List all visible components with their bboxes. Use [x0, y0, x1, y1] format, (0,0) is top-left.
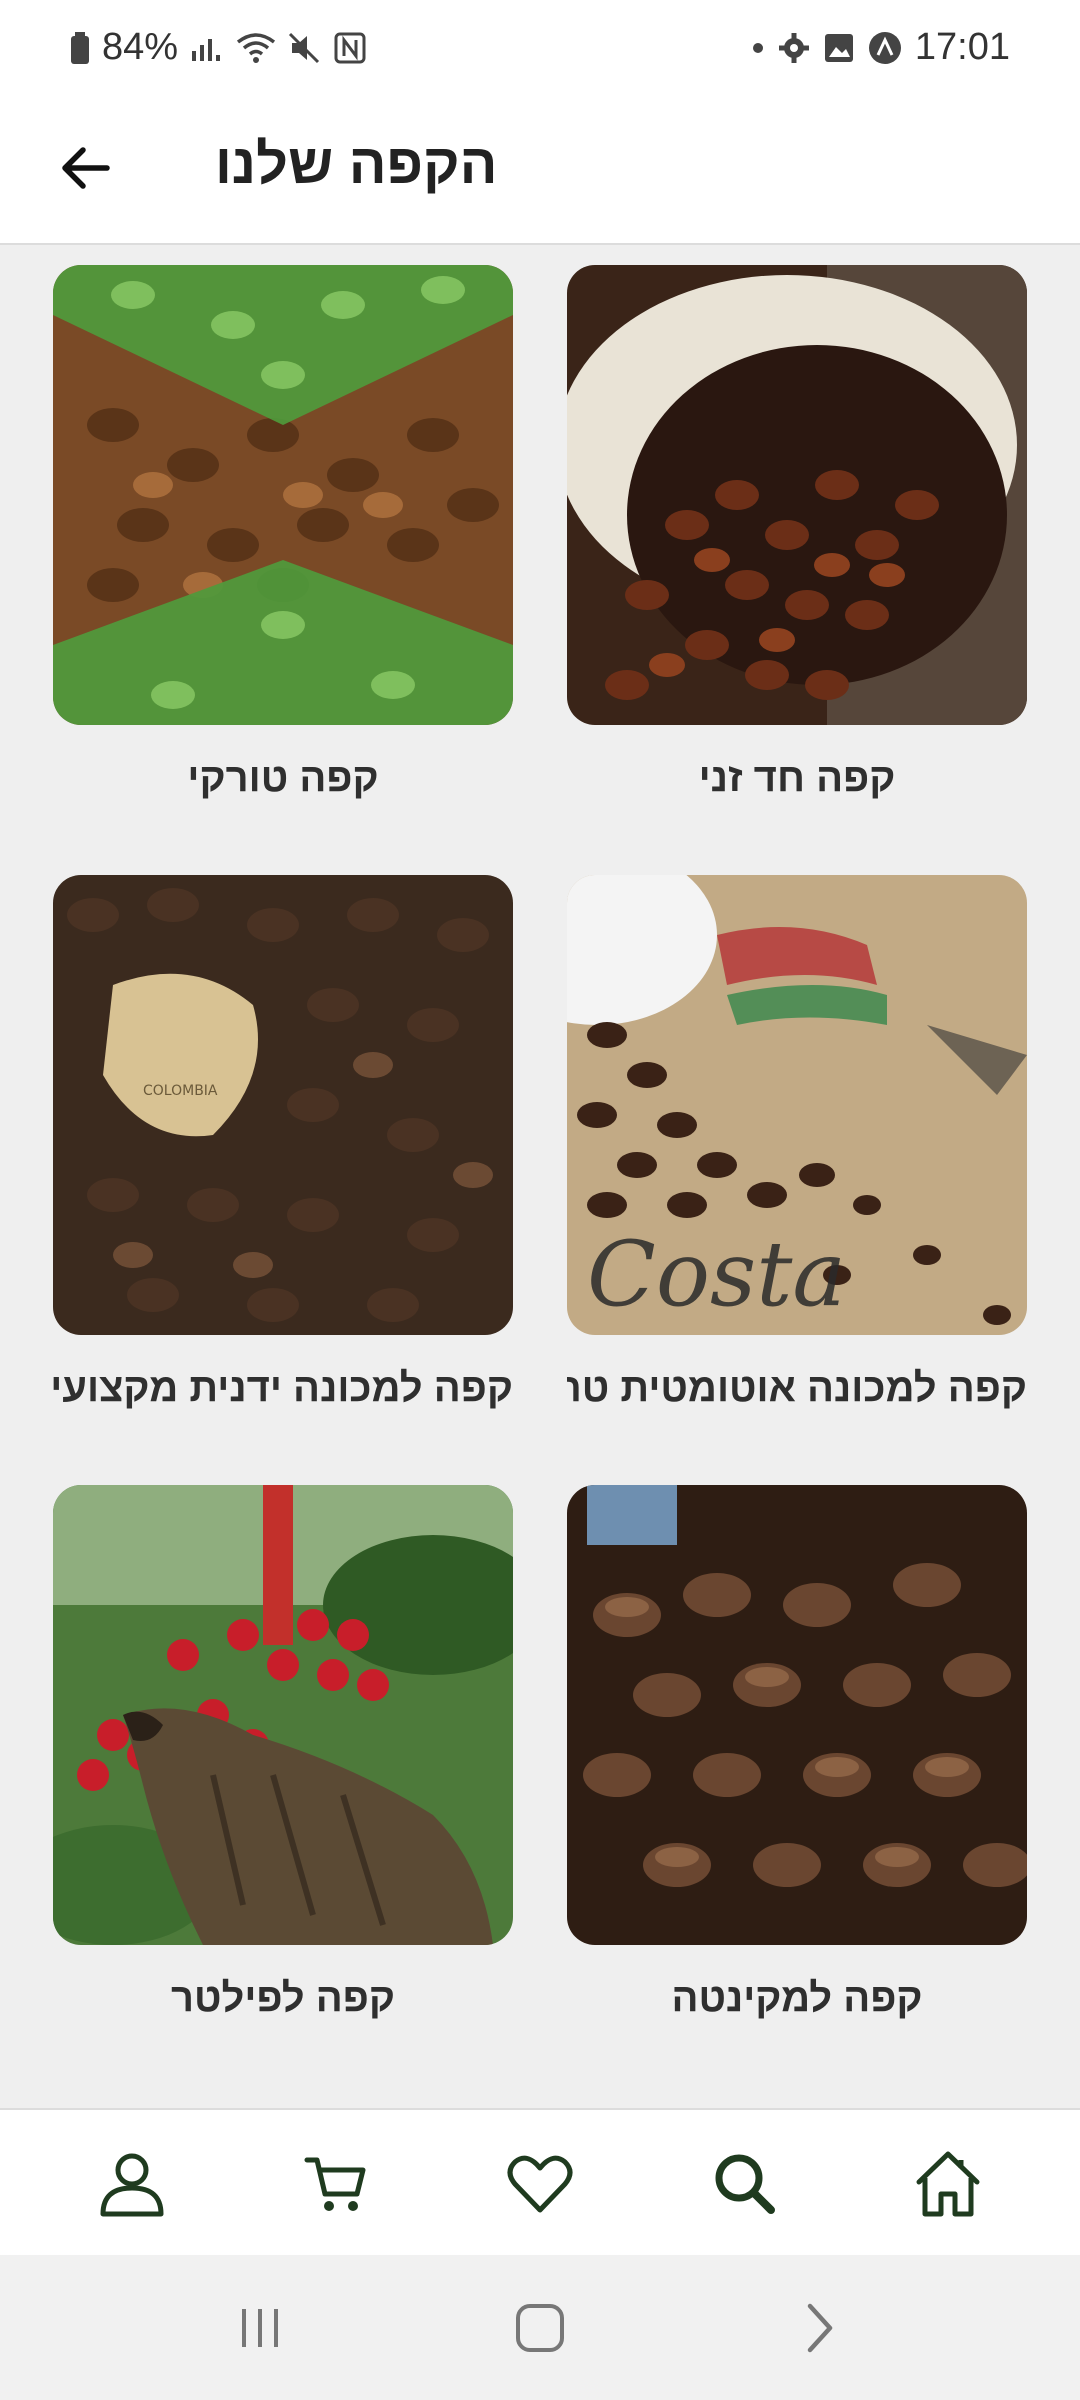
bottom-navigation [0, 2108, 1080, 2255]
category-grid: קפה חד זני קפה טורקי Costa קפה למכונה או… [0, 245, 1080, 2105]
page-title: הקפה שלנו [215, 132, 498, 195]
category-label: קפה למכונה ידנית מקצועית [53, 1366, 513, 1410]
home-square-icon [516, 2303, 564, 2352]
svg-text:COLOMBIA: COLOMBIA [143, 1083, 218, 1099]
category-image [567, 1485, 1027, 1945]
category-card-moka-pot[interactable]: קפה למקינטה [567, 1485, 1027, 2023]
cart-icon [304, 2157, 366, 2211]
chevron-right-icon [807, 2303, 833, 2352]
category-image: Costa [567, 875, 1027, 1335]
category-label: קפה חד זני [698, 756, 896, 800]
category-image [567, 265, 1027, 725]
nav-favorites[interactable] [485, 2128, 595, 2238]
nav-search[interactable] [689, 2128, 799, 2238]
category-card-filter[interactable]: קפה לפילטר [53, 1485, 513, 2023]
recent-apps-button[interactable] [210, 2278, 310, 2378]
search-icon [715, 2154, 775, 2214]
nav-home[interactable] [893, 2128, 1003, 2238]
category-image: COLOMBIA [53, 875, 513, 1335]
category-label: קפה למכונה אוטומטית טרייה [567, 1366, 1027, 1410]
home-system-button[interactable] [490, 2278, 590, 2378]
notification-dot-icon [751, 41, 765, 55]
back-button[interactable] [50, 133, 120, 203]
app-notification-icon [867, 30, 903, 66]
status-left: 84% [70, 26, 366, 69]
category-image [53, 1485, 513, 1945]
user-icon [100, 2153, 164, 2216]
battery-percent: 84% [102, 26, 179, 68]
status-right: 17:01 [751, 26, 1010, 69]
nav-profile[interactable] [77, 2128, 187, 2238]
status-bar: 84% 17:01 [0, 0, 1080, 95]
category-card-turkish[interactable]: קפה טורקי [53, 265, 513, 803]
app-bar: הקפה שלנו [0, 95, 1080, 245]
recent-apps-icon [242, 2308, 278, 2347]
heart-icon [507, 2155, 573, 2212]
category-card-manual-machine[interactable]: COLOMBIA קפה למכונה ידנית מקצועית [53, 875, 513, 1413]
svg-text:Costa: Costa [587, 1222, 846, 1327]
home-icon [916, 2151, 980, 2216]
nfc-icon [334, 32, 366, 64]
wifi-icon [236, 32, 276, 64]
mute-icon [288, 32, 322, 64]
arrow-left-icon [62, 147, 110, 189]
category-label: קפה טורקי [187, 756, 379, 800]
category-label: קפה לפילטר [170, 1976, 396, 2020]
battery-icon [70, 31, 90, 64]
category-label: קפה למקינטה [671, 1976, 923, 2020]
system-navigation-bar [0, 2255, 1080, 2400]
back-system-button[interactable] [770, 2278, 870, 2378]
settings-gear-icon [777, 31, 811, 65]
category-image [53, 265, 513, 725]
gallery-icon [823, 32, 855, 64]
category-card-automatic-machine[interactable]: Costa קפה למכונה אוטומטית טרייה [567, 875, 1027, 1413]
nav-cart[interactable] [281, 2128, 391, 2238]
clock: 17:01 [914, 26, 1010, 68]
signal-icon [190, 33, 224, 63]
category-card-single-origin[interactable]: קפה חד זני [567, 265, 1027, 803]
